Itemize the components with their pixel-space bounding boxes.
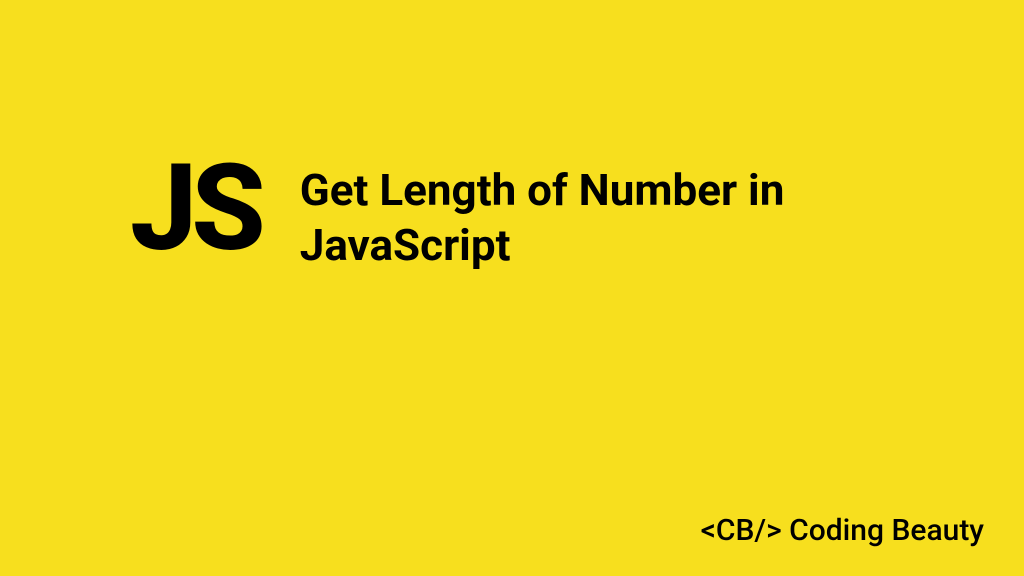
main-content: JS Get Length of Number in JavaScript — [130, 155, 900, 273]
brand-signature: <CB/> Coding Beauty — [701, 513, 984, 548]
page-title: Get Length of Number in JavaScript — [300, 155, 900, 273]
js-logo: JS — [130, 155, 260, 263]
